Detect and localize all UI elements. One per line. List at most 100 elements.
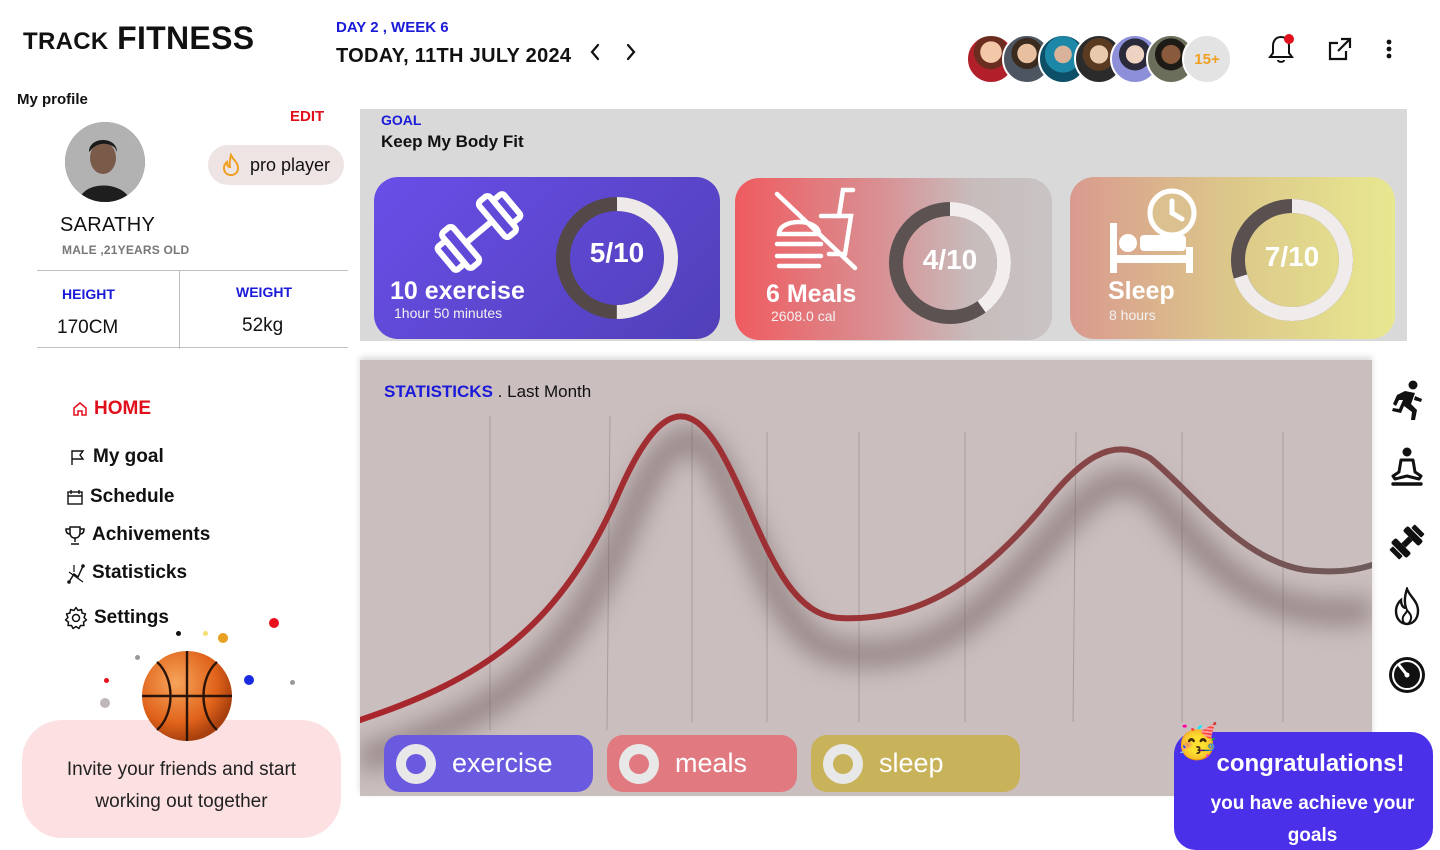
- confetti-dot: [218, 633, 228, 643]
- brand-prefix: TRACK: [23, 28, 109, 55]
- meals-title: 6 Meals: [766, 280, 857, 308]
- bell-icon: [1268, 34, 1294, 63]
- legend-exercise[interactable]: exercise: [384, 735, 593, 792]
- basketball-icon: [141, 650, 233, 742]
- nav-settings[interactable]: Settings: [64, 606, 169, 630]
- nav-label: Statisticks: [92, 562, 188, 583]
- height-value: 170CM: [57, 317, 119, 338]
- legend-label: sleep: [879, 748, 944, 778]
- nav-label: Schedule: [90, 486, 175, 507]
- bed-clock-icon: [1110, 188, 1197, 273]
- confetti-dot: [203, 631, 208, 636]
- legend-label: exercise: [452, 748, 553, 778]
- legend-marker: [823, 743, 863, 784]
- goal-label: GOAL: [381, 112, 422, 128]
- meditation-button[interactable]: [1386, 446, 1428, 488]
- meals-progress: 4/10: [922, 244, 978, 275]
- calories-button[interactable]: [1386, 586, 1428, 628]
- sleep-progress: 7/10: [1264, 241, 1320, 272]
- weight-label: WEIGHT: [236, 284, 292, 300]
- flame-icon: [222, 153, 240, 177]
- sleep-subtitle: 8 hours: [1109, 307, 1156, 323]
- legend-meals[interactable]: meals: [607, 735, 797, 792]
- confetti-dot: [135, 655, 140, 660]
- legend-sleep[interactable]: sleep: [811, 735, 1020, 792]
- legend-label: meals: [675, 748, 748, 778]
- nav-label: HOME: [94, 398, 151, 419]
- share-button[interactable]: [1325, 34, 1355, 64]
- nav-achievements[interactable]: Achivements: [64, 524, 210, 546]
- dumbbell-icon: [434, 191, 524, 273]
- chevron-left-icon: [590, 43, 600, 61]
- meals-subtitle: 2608.0 cal: [771, 308, 836, 324]
- exercise-title: 10 exercise: [390, 277, 525, 305]
- divider: [37, 270, 348, 271]
- timer-button[interactable]: [1386, 654, 1428, 696]
- height-label: HEIGHT: [62, 286, 115, 302]
- no-burger-icon: [774, 187, 858, 271]
- nav-my-goal[interactable]: My goal: [69, 446, 164, 468]
- nav-statistics[interactable]: Statisticks: [66, 562, 187, 584]
- weight-value: 52kg: [242, 315, 284, 336]
- badge-label: pro player: [250, 154, 331, 175]
- confetti-dot: [100, 698, 110, 708]
- notification-button[interactable]: [1266, 34, 1296, 64]
- congrats-message: you have achieve your goals: [1210, 793, 1415, 846]
- confetti-dot: [269, 618, 279, 628]
- next-date-button[interactable]: [619, 40, 643, 64]
- exercise-subtitle: 1hour 50 minutes: [394, 305, 503, 321]
- external-link-icon: [1328, 37, 1352, 61]
- confetti-dot: [176, 631, 181, 636]
- chart-icon: [67, 564, 85, 584]
- dumbbell-icon: [1389, 524, 1425, 560]
- legend-marker: [619, 743, 659, 784]
- profile-avatar[interactable]: [65, 122, 145, 202]
- divider: [179, 271, 180, 349]
- edit-profile-button[interactable]: EDIT: [290, 108, 324, 125]
- party-face-icon: 🥳: [1176, 723, 1219, 761]
- chevron-right-icon: [626, 43, 636, 61]
- invite-text: Invite your friends and start working ou…: [66, 759, 297, 812]
- flag-icon: [71, 450, 85, 465]
- friends-avatars[interactable]: 15+: [966, 34, 1236, 84]
- more-friends-badge[interactable]: 15+: [1182, 34, 1232, 84]
- timer-icon: [1389, 657, 1425, 693]
- statistics-chart: [360, 413, 1372, 773]
- day-week-label: DAY 2 , WEEK 6: [336, 19, 449, 36]
- meditation-icon: [1391, 447, 1423, 486]
- app-logo: TRACK FITNESS: [23, 20, 254, 57]
- running-icon: [1392, 380, 1422, 420]
- flame-icon: [1394, 587, 1420, 626]
- divider: [37, 347, 348, 348]
- more-menu-button[interactable]: [1374, 34, 1404, 64]
- profile-section-label: My profile: [17, 91, 88, 108]
- meals-card[interactable]: 6 Meals 2608.0 cal 4/10: [735, 178, 1052, 340]
- sleep-card[interactable]: Sleep 8 hours 7/10: [1070, 177, 1395, 339]
- current-date: TODAY, 11TH JULY 2024: [336, 45, 572, 67]
- nav-schedule[interactable]: Schedule: [66, 486, 174, 508]
- nav-label: Achivements: [92, 524, 211, 545]
- nav-home[interactable]: HOME: [72, 398, 151, 420]
- legend-marker: [396, 743, 436, 784]
- home-icon: [73, 402, 87, 416]
- running-button[interactable]: [1386, 380, 1428, 422]
- prev-date-button[interactable]: [583, 40, 607, 64]
- user-name: SARATHY: [60, 214, 156, 236]
- user-details: MALE ,21YEARS OLD: [62, 243, 190, 257]
- calendar-icon: [67, 490, 83, 505]
- confetti-dot: [290, 680, 295, 685]
- more-vertical-icon: [1386, 39, 1392, 59]
- nav-label: My goal: [93, 446, 164, 467]
- trophy-icon: [65, 526, 85, 545]
- nav-label: Settings: [94, 607, 169, 628]
- brand-name: FITNESS: [117, 20, 255, 56]
- goal-title: Keep My Body Fit: [381, 132, 524, 151]
- sleep-title: Sleep: [1108, 277, 1175, 305]
- confetti-dot: [104, 678, 109, 683]
- gear-icon: [64, 606, 88, 630]
- exercise-card[interactable]: 10 exercise 1hour 50 minutes 5/10: [374, 177, 720, 339]
- pro-player-badge: pro player: [208, 145, 344, 185]
- workout-button[interactable]: [1386, 521, 1428, 563]
- confetti-dot: [244, 675, 254, 685]
- exercise-progress: 5/10: [589, 237, 645, 268]
